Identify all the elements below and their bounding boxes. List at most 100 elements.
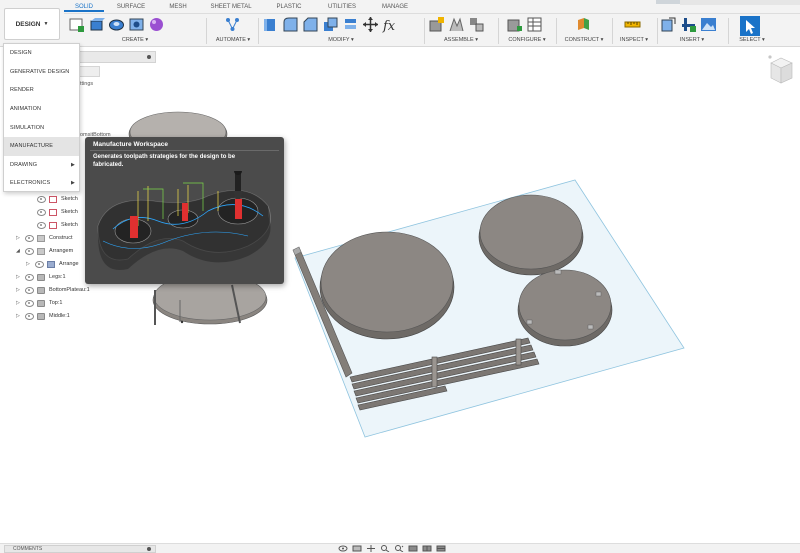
- group-separator: [206, 18, 207, 44]
- tab-surface[interactable]: SURFACE: [104, 0, 158, 12]
- chamfer-icon[interactable]: [302, 16, 319, 33]
- hole-icon[interactable]: [128, 16, 145, 33]
- tooltip-description: Generates toolpath strategies for the de…: [93, 154, 236, 168]
- tab-sheet-metal[interactable]: SHEET METAL: [198, 0, 264, 12]
- expand-icon[interactable]: ▷: [16, 313, 24, 319]
- toolpath-preview-image: [88, 171, 281, 281]
- eye-icon[interactable]: [36, 196, 46, 203]
- component-icon: [37, 299, 45, 307]
- group-separator: [498, 18, 499, 44]
- menu-item-generative-design[interactable]: GENERATIVE DESIGN: [4, 63, 79, 82]
- tooltip-divider: [90, 150, 279, 151]
- folder-icon: [37, 247, 45, 255]
- expand-icon[interactable]: ▷: [16, 274, 24, 280]
- eye-icon[interactable]: [24, 274, 34, 281]
- expand-icon[interactable]: ▷: [26, 261, 34, 267]
- viewports-icon[interactable]: [436, 545, 446, 552]
- insert-group-label[interactable]: INSERT ▾: [660, 37, 724, 43]
- tooltip-title: Manufacture Workspace: [93, 141, 169, 148]
- display-settings-icon[interactable]: [408, 545, 418, 552]
- menu-item-design[interactable]: DESIGN: [4, 44, 79, 63]
- plane-icon[interactable]: [575, 16, 592, 33]
- configure-icon[interactable]: [506, 16, 523, 33]
- expand-icon[interactable]: ▷: [16, 235, 24, 241]
- eye-icon[interactable]: [24, 300, 34, 307]
- tab-plastic[interactable]: PLASTIC: [264, 0, 314, 12]
- create-group-label[interactable]: CREATE ▾: [68, 37, 202, 43]
- assemble-group-label[interactable]: ASSEMBLE ▾: [428, 37, 494, 43]
- create-group: CREATE ▾: [68, 14, 202, 47]
- pan-icon[interactable]: [366, 545, 376, 552]
- extrude-icon[interactable]: [88, 16, 105, 33]
- new-component-icon[interactable]: [428, 16, 445, 33]
- modify-group-label[interactable]: MODIFY ▾: [262, 37, 420, 43]
- select-group: SELECT ▾: [732, 14, 772, 47]
- eye-icon[interactable]: [24, 313, 34, 320]
- insert-canvas-icon[interactable]: [700, 16, 717, 33]
- insert-derive-icon[interactable]: [660, 16, 677, 33]
- tree-item-middle[interactable]: ▷ Middle:1: [16, 310, 146, 322]
- table-icon[interactable]: [526, 16, 543, 33]
- menu-item-electronics[interactable]: ELECTRONICS ▶: [4, 174, 79, 193]
- eye-icon[interactable]: [24, 248, 34, 255]
- fillet-icon[interactable]: [282, 16, 299, 33]
- orbit-icon[interactable]: [338, 545, 348, 552]
- form-icon[interactable]: [148, 16, 165, 33]
- comments-panel[interactable]: COMMENTS: [4, 545, 156, 553]
- tab-manage[interactable]: MANAGE: [370, 0, 420, 12]
- eye-icon[interactable]: [36, 222, 46, 229]
- middle-disc-part[interactable]: [517, 269, 613, 347]
- move-icon[interactable]: [362, 16, 379, 33]
- fit-icon[interactable]: [394, 545, 404, 552]
- chevron-right-icon: ▶: [71, 161, 75, 168]
- select-icon[interactable]: [740, 16, 760, 36]
- combine-icon[interactable]: [322, 16, 339, 33]
- tree-item-top[interactable]: ▷ Top:1: [16, 297, 146, 309]
- grid-settings-icon[interactable]: [422, 545, 432, 552]
- expand-icon[interactable]: ▷: [16, 300, 24, 306]
- workspace-label: DESIGN: [15, 20, 41, 28]
- align-icon[interactable]: [342, 16, 359, 33]
- top-disc-part[interactable]: [319, 231, 455, 340]
- menu-item-render[interactable]: RENDER: [4, 81, 79, 100]
- collapse-icon[interactable]: ◢: [16, 248, 24, 254]
- panel-options-icon[interactable]: [147, 547, 151, 551]
- eye-icon[interactable]: [34, 261, 44, 268]
- ribbon-tabs: SOLID SURFACE MESH SHEET METAL PLASTIC U…: [64, 0, 420, 12]
- panel-options-icon[interactable]: [147, 55, 151, 59]
- automate-group-label[interactable]: AUTOMATE ▾: [210, 37, 256, 43]
- select-group-label[interactable]: SELECT ▾: [732, 37, 772, 43]
- tab-mesh[interactable]: MESH: [158, 0, 198, 12]
- configure-group-label[interactable]: CONFIGURE ▾: [502, 37, 552, 43]
- automate-icon[interactable]: [224, 16, 241, 33]
- menu-item-drawing[interactable]: DRAWING ▶: [4, 156, 79, 175]
- menu-item-simulation[interactable]: SIMULATION: [4, 118, 79, 137]
- zoom-icon[interactable]: [380, 545, 390, 552]
- bottom-plateau-part[interactable]: [478, 194, 584, 276]
- folder-icon: [37, 234, 45, 242]
- press-pull-icon[interactable]: [262, 16, 279, 33]
- inspect-group: INSPECT ▾: [614, 14, 654, 47]
- workspace-switcher-button[interactable]: DESIGN ▼: [4, 8, 60, 40]
- automate-group: AUTOMATE ▾: [210, 14, 256, 47]
- eye-icon[interactable]: [24, 235, 34, 242]
- eye-icon[interactable]: [36, 209, 46, 216]
- parameters-icon[interactable]: fx: [382, 16, 399, 33]
- new-sketch-icon[interactable]: [68, 16, 85, 33]
- menu-item-manufacture[interactable]: MANUFACTURE: [4, 136, 79, 156]
- insert-mesh-icon[interactable]: [680, 16, 697, 33]
- tab-solid[interactable]: SOLID: [64, 0, 104, 12]
- viewcube[interactable]: [767, 53, 795, 89]
- menu-item-animation[interactable]: ANIMATION: [4, 100, 79, 119]
- look-at-icon[interactable]: [352, 545, 362, 552]
- tab-utilities[interactable]: UTILITIES: [314, 0, 370, 12]
- measure-icon[interactable]: [624, 16, 641, 33]
- inspect-group-label[interactable]: INSPECT ▾: [614, 37, 654, 43]
- revolve-icon[interactable]: [108, 16, 125, 33]
- expand-icon[interactable]: ▷: [16, 287, 24, 293]
- joint-icon[interactable]: [448, 16, 465, 33]
- construct-group-label[interactable]: CONSTRUCT ▾: [560, 37, 608, 43]
- tree-item-bottom-plateau[interactable]: ▷ BottomPlateau:1: [16, 284, 146, 296]
- as-built-joint-icon[interactable]: [468, 16, 485, 33]
- eye-icon[interactable]: [24, 287, 34, 294]
